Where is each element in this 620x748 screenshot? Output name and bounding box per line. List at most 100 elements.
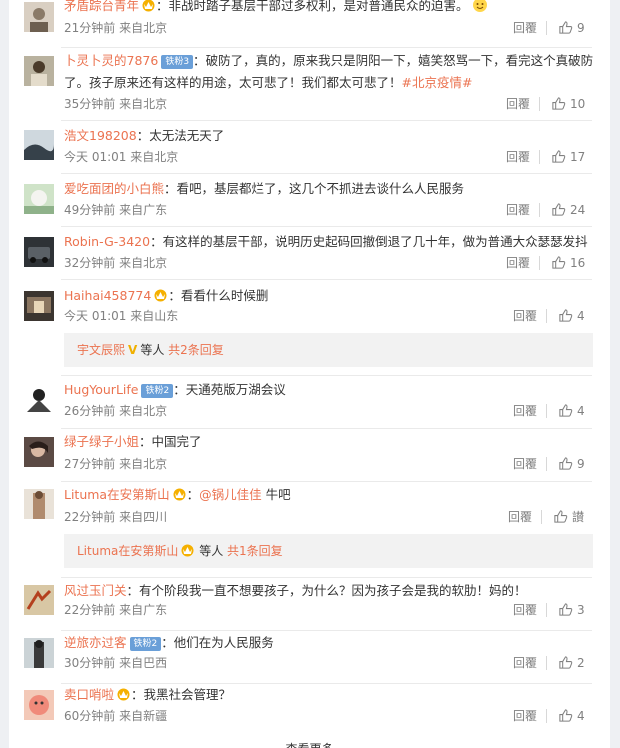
avatar[interactable]: [24, 237, 54, 267]
username[interactable]: 爱吃面团的小白熊: [64, 181, 164, 196]
reply-button[interactable]: 回覆: [513, 707, 537, 725]
thumbs-up-icon: [559, 709, 573, 722]
comment-text: 有这样的基层干部，说明历史起码回撤倒退了几十年，做为普通大众瑟瑟发抖: [162, 234, 588, 249]
reply-button[interactable]: 回覆: [513, 402, 537, 420]
avatar[interactable]: [24, 437, 54, 467]
comment-time: 60分钟前: [64, 709, 116, 723]
username[interactable]: Robin-G-3420: [64, 234, 150, 249]
like-button[interactable]: 4: [558, 307, 585, 325]
comment-item: 矛盾踪台青年 ：非战时踏子基层干部过多权利，是对普通民众的迫害。 21分钟前 来自…: [9, 0, 610, 48]
comment-location: 来自广东: [119, 203, 168, 217]
thumbs-up-icon: [552, 203, 566, 216]
reply-button[interactable]: 回覆: [506, 201, 530, 219]
comment-text: 中国完了: [151, 434, 202, 449]
like-button[interactable]: 16: [551, 254, 585, 272]
thumbs-up-icon: [559, 309, 573, 322]
comment-item: 浩文198208：太无法无天了 今天 01:01 来自北京 回覆 17: [9, 121, 610, 174]
like-button[interactable]: 4: [558, 402, 585, 420]
like-count: 4: [577, 404, 585, 418]
comment-text-line: Lituma在安第斯山 ：@锅儿佳佳 牛吧: [64, 487, 291, 502]
comment-text-line: 了。孩子原来还有这样的用途，太可悲了！我们都太可悲了！#北京疫情#: [64, 73, 604, 93]
reply-button[interactable]: 回覆: [513, 307, 537, 325]
avatar[interactable]: [24, 56, 54, 86]
comment-list: 矛盾踪台青年 ：非战时踏子基层干部过多权利，是对普通民众的迫害。 21分钟前 来自…: [9, 0, 610, 748]
like-button[interactable]: 3: [558, 601, 585, 619]
avatar[interactable]: [24, 291, 54, 321]
avatar[interactable]: [24, 184, 54, 214]
comment-text: 我黑社会管理？: [143, 687, 232, 702]
fan-badge: 铁粉2: [141, 384, 174, 398]
username[interactable]: 卖口哨啦: [64, 687, 114, 702]
reply-button[interactable]: 回覆: [513, 654, 537, 672]
like-button[interactable]: 17: [551, 148, 585, 166]
like-count: 10: [570, 97, 586, 111]
username[interactable]: Lituma在安第斯山: [64, 487, 170, 502]
view-more-link[interactable]: 查看更多: [9, 740, 610, 748]
avatar[interactable]: [24, 585, 54, 615]
comment-time: 49分钟前: [64, 203, 116, 217]
reply-button[interactable]: 回覆: [506, 254, 530, 272]
comment-time: 今天 01:01: [64, 150, 127, 164]
comment-text: 牛吧: [261, 487, 291, 502]
avatar[interactable]: [24, 638, 54, 668]
like-button[interactable]: 9: [558, 19, 585, 37]
comment-text-line: 浩文198208：太无法无天了: [64, 128, 225, 143]
avatar[interactable]: [24, 2, 54, 32]
comment-time: 今天 01:01: [64, 309, 127, 323]
comment-time: 35分钟前: [64, 97, 116, 111]
more-replies-button[interactable]: Lituma在安第斯山 等人 共1条回复: [64, 534, 593, 568]
verified-icon: V: [128, 343, 138, 357]
more-replies-button[interactable]: 宇文辰熙 V 等人 共2条回复: [64, 333, 593, 367]
hashtag-link[interactable]: #北京疫情#: [402, 75, 473, 90]
avatar[interactable]: [24, 130, 54, 160]
like-button[interactable]: 2: [558, 654, 585, 672]
comment-location: 来自广东: [119, 603, 168, 617]
divider: [546, 457, 547, 471]
username[interactable]: 绿子绿子小姐: [64, 434, 139, 449]
comment-time: 32分钟前: [64, 256, 116, 270]
reply-button[interactable]: 回覆: [508, 508, 532, 526]
comment-location: 来自北京: [119, 97, 168, 111]
more-replies-count[interactable]: 共1条回复: [227, 544, 283, 558]
avatar[interactable]: [24, 690, 54, 720]
username[interactable]: 逆旅亦过客: [64, 635, 127, 650]
like-button[interactable]: 9: [558, 455, 585, 473]
like-count: 讃: [572, 510, 585, 524]
reply-button[interactable]: 回覆: [513, 601, 537, 619]
comment-item: 风过玉门关：有个阶段我一直不想要孩子，为什么？因为孩子会是我的软肋！妈的！ 22…: [9, 578, 610, 631]
more-replies-user[interactable]: 宇文辰熙: [77, 343, 125, 357]
avatar[interactable]: [24, 489, 54, 519]
reply-button[interactable]: 回覆: [506, 148, 530, 166]
mention-link[interactable]: @锅儿佳佳: [199, 487, 262, 502]
like-count: 9: [577, 21, 585, 35]
comment-time: 22分钟前: [64, 603, 116, 617]
reply-button[interactable]: 回覆: [513, 455, 537, 473]
comment-time: 21分钟前: [64, 21, 116, 35]
comment-location: 来自山东: [130, 309, 179, 323]
reply-button[interactable]: 回覆: [513, 19, 537, 37]
comment-text-line: Haihai458774 ：看看什么时候删: [64, 288, 269, 303]
like-button[interactable]: 10: [551, 95, 585, 113]
thumbs-up-icon: [559, 603, 573, 616]
comment-item: HugYourLife 铁粉2 ：天通苑版万湖会议 26分钟前 来自北京 回覆 4: [9, 376, 610, 429]
comment-text: 看吧，基层都烂了，这几个不抓进去谈什么人民服务: [176, 181, 465, 196]
avatar[interactable]: [24, 384, 54, 414]
like-count: 16: [570, 256, 586, 270]
comment-item: 绿子绿子小姐：中国完了 27分钟前 来自北京 回覆 9: [9, 429, 610, 482]
like-button[interactable]: 讃: [553, 508, 584, 526]
comment-location: 来自北京: [119, 404, 168, 418]
more-replies-user[interactable]: Lituma在安第斯山: [77, 544, 178, 558]
username[interactable]: HugYourLife: [64, 382, 138, 397]
reply-button[interactable]: 回覆: [506, 95, 530, 113]
username[interactable]: 风过玉门关: [64, 583, 127, 598]
comment-text-line: 风过玉门关：有个阶段我一直不想要孩子，为什么？因为孩子会是我的软肋！妈的！: [64, 583, 527, 598]
username[interactable]: Haihai458774: [64, 288, 151, 303]
like-button[interactable]: 4: [558, 707, 585, 725]
username[interactable]: 卜灵卜灵的7876: [64, 53, 158, 68]
comment-item: Haihai458774 ：看看什么时候删 今天 01:01 来自山东 回覆 4 …: [9, 280, 610, 376]
username[interactable]: 浩文198208: [64, 128, 137, 143]
like-button[interactable]: 24: [551, 201, 585, 219]
comment-text-line: 绿子绿子小姐：中国完了: [64, 434, 202, 449]
more-replies-count[interactable]: 共2条回复: [168, 343, 224, 357]
username[interactable]: 矛盾踪台青年: [64, 0, 139, 13]
